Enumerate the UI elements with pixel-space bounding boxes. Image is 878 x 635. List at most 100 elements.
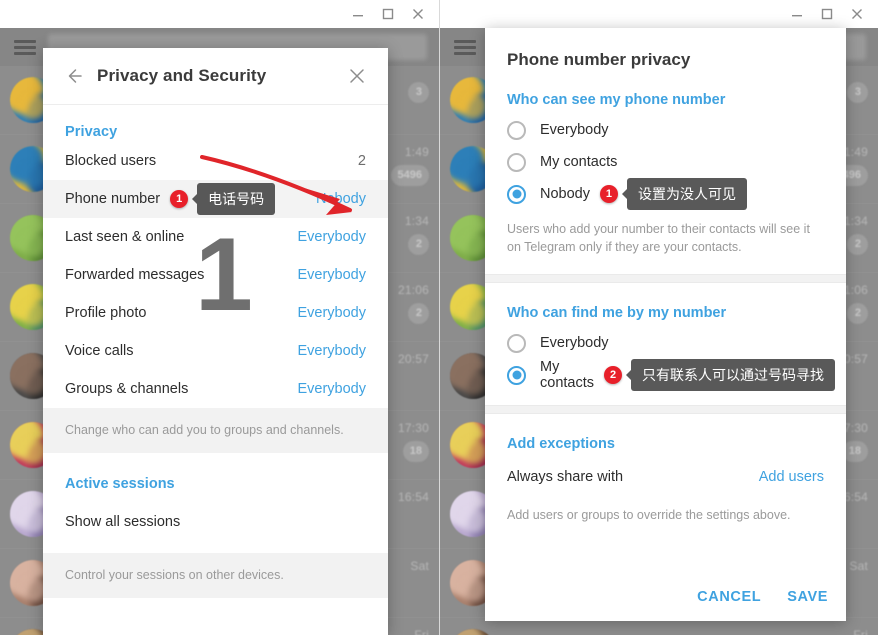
unread-badge: 2 xyxy=(408,234,429,255)
radio-label: Everybody xyxy=(540,122,609,138)
always-share-label: Always share with xyxy=(507,469,624,486)
minimize-icon[interactable] xyxy=(343,1,373,27)
screenshot-stage: e...31:4954961:34221:06220:5717:301816:5… xyxy=(0,0,878,635)
unread-badge: 2 xyxy=(847,234,868,255)
privacy-row-phone-number[interactable]: Phone number 1 电话号码 Nobody xyxy=(43,180,388,218)
section-privacy-title: Privacy xyxy=(65,124,118,140)
row-value: Everybody xyxy=(297,381,366,397)
cancel-button[interactable]: CANCEL xyxy=(697,589,761,605)
radio-label: My contacts xyxy=(540,359,594,392)
sidebar-item-active-sessions[interactable]: Active sessions xyxy=(43,465,388,503)
annotation-badge: 1 xyxy=(170,190,189,208)
row-label: Profile photo xyxy=(65,305,147,321)
page-title: Privacy and Security xyxy=(97,66,267,85)
always-share-row[interactable]: Always share with Add users xyxy=(485,458,846,496)
row-label: Phone number xyxy=(65,191,161,207)
section-add-exceptions-title: Add exceptions xyxy=(507,436,615,453)
row-value: Everybody xyxy=(297,343,366,359)
add-users-link[interactable]: Add users xyxy=(759,469,824,485)
maximize-icon[interactable] xyxy=(373,1,403,27)
privacy-row-groups-channels[interactable]: Groups & channels Everybody xyxy=(43,370,388,408)
divider-2 xyxy=(485,405,846,415)
row-value: 2 xyxy=(357,153,366,169)
radio-label: My contacts xyxy=(540,154,618,170)
row-label: Forwarded messages xyxy=(65,267,205,283)
radio-option-my-contacts[interactable]: My contacts 2 只有联系人可以通过号码寻找 xyxy=(485,359,846,392)
who-can-see-note: Users who add your number to their conta… xyxy=(507,222,810,255)
radio-selected-icon[interactable] xyxy=(507,184,526,204)
annotation-tooltip: 设置为没人可见 xyxy=(626,178,747,210)
show-all-sessions-label: Show all sessions xyxy=(65,513,181,530)
row-value: Everybody xyxy=(297,267,366,283)
exceptions-hint: Add users or groups to override the sett… xyxy=(507,508,791,523)
privacy-and-security-dialog: Privacy and Security Privacy Blocked use… xyxy=(43,48,388,635)
window-titlebar-left xyxy=(0,0,439,28)
radio-option-nobody[interactable]: Nobody 1 设置为没人可见 xyxy=(485,178,846,210)
radio-option-my-contacts[interactable]: My contacts xyxy=(485,146,846,178)
spacer xyxy=(43,452,388,465)
row-label: Last seen & online xyxy=(65,229,185,245)
unread-badge: 3 xyxy=(847,82,868,103)
privacy-rows: Blocked users 2 Phone number 1 电话号码 Nobody Las… xyxy=(43,142,388,408)
dialog-header: Privacy and Security xyxy=(43,48,388,105)
groups-hint: Change who can add you to groups and cha… xyxy=(43,408,388,453)
telegram-window-left: e...31:4954961:34221:06220:5717:301816:5… xyxy=(0,0,439,635)
chat-timestamp: Fri xyxy=(853,628,868,635)
window-titlebar-right xyxy=(440,0,878,28)
radio-label: Nobody xyxy=(540,186,590,202)
spacer-2 xyxy=(43,540,388,553)
hamburger-menu-icon[interactable] xyxy=(14,40,36,55)
annotation-badge: 2 xyxy=(604,366,622,385)
close-icon[interactable] xyxy=(403,1,433,27)
row-value: Everybody xyxy=(297,305,366,321)
radio-unselected-icon[interactable] xyxy=(507,333,526,353)
unread-badge: 3 xyxy=(408,82,429,103)
row-label: Voice calls xyxy=(65,343,134,359)
dialog-title: Phone number privacy xyxy=(507,50,691,69)
section-who-can-see-title: Who can see my phone number xyxy=(507,92,726,108)
telegram-window-right: e...31:4954961:34221:06220:5717:301816:5… xyxy=(439,0,878,635)
close-icon[interactable] xyxy=(342,61,372,91)
annotation-badge: 1 xyxy=(599,185,618,203)
hamburger-menu-icon[interactable] xyxy=(454,40,476,55)
radio-option-everybody[interactable]: Everybody xyxy=(485,327,846,359)
privacy-row-voice-calls[interactable]: Voice calls Everybody xyxy=(43,332,388,370)
radio-label: Everybody xyxy=(540,335,609,352)
radio-selected-icon[interactable] xyxy=(507,365,526,385)
avatar xyxy=(450,629,496,635)
left-screenshot-panel: e...31:4954961:34221:06220:5717:301816:5… xyxy=(0,0,439,635)
section-who-can-find-title: Who can find me by my number xyxy=(507,305,727,322)
unread-badge: 2 xyxy=(408,303,429,324)
annotation-tooltip: 只有联系人可以通过号码寻找 xyxy=(631,359,835,392)
row-label: Blocked users xyxy=(65,153,157,169)
unread-badge: 18 xyxy=(402,441,429,462)
close-icon[interactable] xyxy=(842,1,872,27)
radio-unselected-icon[interactable] xyxy=(507,120,526,140)
active-sessions-label: Active sessions xyxy=(65,475,175,492)
unread-badge: 2 xyxy=(847,303,868,324)
right-screenshot-panel: e...31:4954961:34221:06220:5717:301816:5… xyxy=(439,0,878,635)
privacy-row-forwarded-messages[interactable]: Forwarded messages Everybody xyxy=(43,256,388,294)
unread-badge: 5496 xyxy=(390,165,429,186)
chat-meta: Fri7 xyxy=(798,628,868,635)
row-value: Nobody xyxy=(316,191,366,207)
sidebar-item-show-all-sessions[interactable]: Show all sessions xyxy=(43,503,388,541)
minimize-icon[interactable] xyxy=(782,1,812,27)
privacy-row-last-seen-online[interactable]: Last seen & online Everybody xyxy=(43,218,388,256)
maximize-icon[interactable] xyxy=(812,1,842,27)
privacy-row-profile-photo[interactable]: Profile photo Everybody xyxy=(43,294,388,332)
radio-unselected-icon[interactable] xyxy=(507,152,526,172)
phone-number-privacy-dialog: Phone number privacy Who can see my phon… xyxy=(485,28,846,621)
divider xyxy=(485,274,846,284)
sessions-hint: Control your sessions on other devices. xyxy=(43,552,388,598)
save-button[interactable]: SAVE xyxy=(787,589,828,605)
privacy-row-blocked-users[interactable]: Blocked users 2 xyxy=(43,142,388,180)
who-can-see-radio-group[interactable]: Everybody My contacts Nobody 1 设置为没人可见 xyxy=(485,114,846,210)
dialog-actions: CANCEL SAVE xyxy=(697,589,828,605)
row-label: Groups & channels xyxy=(65,381,189,397)
who-can-find-radio-group[interactable]: Everybody My contacts 2 只有联系人可以通过号码寻找 xyxy=(485,327,846,392)
radio-option-everybody[interactable]: Everybody xyxy=(485,114,846,146)
back-arrow-icon[interactable] xyxy=(59,61,89,91)
annotation-tooltip: 电话号码 xyxy=(197,183,276,215)
row-value: Everybody xyxy=(297,229,366,245)
